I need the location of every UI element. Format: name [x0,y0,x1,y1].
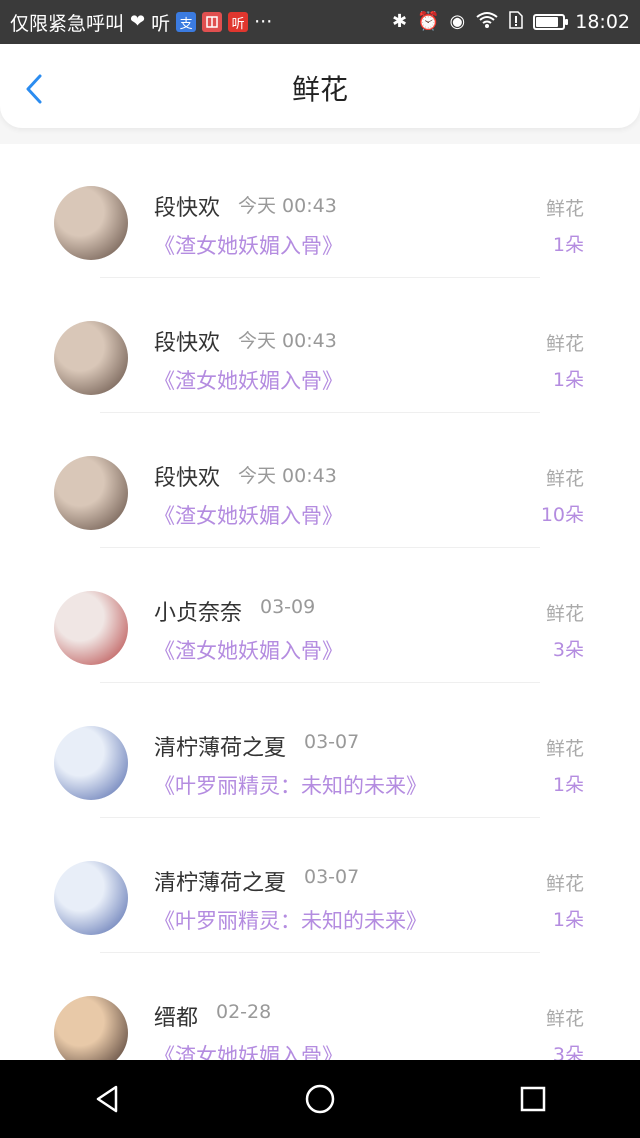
gift-type: 鲜花 [545,198,584,220]
book-title[interactable]: 《叶罗丽精灵：未知的未来》 [154,905,427,935]
gift-count: 3朵 [552,1044,584,1060]
list-item[interactable]: 缙都 02-28 《渣女她妖媚入骨》 鲜花 3朵 [0,954,640,1060]
gift-type: 鲜花 [545,1008,584,1030]
book-title[interactable]: 《渣女她妖媚入骨》 [154,365,343,395]
avatar[interactable] [54,591,128,665]
gift-count: 1朵 [552,369,584,391]
gift-count: 10朵 [540,504,584,526]
timestamp: 03-07 [304,731,360,753]
user-name: 清柠薄荷之夏 [154,871,287,896]
triangle-back-icon [96,1085,117,1113]
nav-home-button[interactable] [290,1069,350,1129]
book-title[interactable]: 《渣女她妖媚入骨》 [154,635,343,665]
circle-home-icon [305,1084,335,1114]
avatar[interactable] [54,861,128,935]
gift-type: 鲜花 [545,333,584,355]
nav-back-button[interactable] [77,1069,137,1129]
book-title[interactable]: 《渣女她妖媚入骨》 [154,1040,343,1060]
gift-type: 鲜花 [545,603,584,625]
clock: 18:02 [575,11,630,33]
list-item[interactable]: 段快欢 今天 00:43 《渣女她妖媚入骨》 鲜花 1朵 [0,279,640,414]
user-name: 段快欢 [154,466,221,491]
page-title: 鲜花 [291,73,348,106]
timestamp: 02-28 [216,1001,272,1023]
divider [100,817,540,818]
sim-alert-icon [509,10,523,34]
eye-icon: ◉ [449,11,466,32]
flower-record-list: 段快欢 今天 00:43 《渣女她妖媚入骨》 鲜花 1朵 段快欢 今天 00:4… [0,144,640,1060]
more-icon: ··· [254,11,273,33]
gift-type: 鲜花 [545,738,584,760]
user-name: 缙都 [154,1006,199,1031]
list-item[interactable]: 清柠薄荷之夏 03-07 《叶罗丽精灵：未知的未来》 鲜花 1朵 [0,819,640,954]
list-item[interactable]: 清柠薄荷之夏 03-07 《叶罗丽精灵：未知的未来》 鲜花 1朵 [0,684,640,819]
timestamp: 今天 00:43 [238,465,337,487]
alarm-icon: ⏰ [417,11,440,32]
carrier-text: 仅限紧急呼叫 [10,12,125,35]
user-name: 段快欢 [154,331,221,356]
gift-count: 1朵 [552,774,584,796]
divider [100,682,540,683]
list-item[interactable]: 段快欢 今天 00:43 《渣女她妖媚入骨》 鲜花 1朵 [0,144,640,279]
status-bar: 仅限紧急呼叫 ❤ 听 支 听 ··· ✱ ⏰ ◉ 18:02 [0,0,640,44]
square-recents-icon [521,1086,546,1112]
book-title[interactable]: 《渣女她妖媚入骨》 [154,500,343,530]
divider [100,952,540,953]
gift-count: 3朵 [552,639,584,661]
divider [100,412,540,413]
avatar[interactable] [54,321,128,395]
bluetooth-icon: ✱ [392,11,408,32]
user-name: 段快欢 [154,196,221,221]
ting-icon: 听 [151,12,171,35]
user-name: 小贞奈奈 [154,601,243,626]
gift-type: 鲜花 [545,468,584,490]
ting-app-icon: 听 [228,12,249,32]
heart-icon: ❤ [130,11,146,32]
avatar[interactable] [54,996,128,1060]
navigation-bar [0,1060,640,1138]
avatar[interactable] [54,456,128,530]
timestamp: 今天 00:43 [238,195,337,217]
book-title[interactable]: 《叶罗丽精灵：未知的未来》 [154,770,427,800]
nav-recents-button[interactable] [503,1069,563,1129]
list-item[interactable]: 小贞奈奈 03-09 《渣女她妖媚入骨》 鲜花 3朵 [0,549,640,684]
book-title[interactable]: 《渣女她妖媚入骨》 [154,230,343,260]
book-icon [202,12,223,32]
divider [100,277,540,278]
timestamp: 今天 00:43 [238,330,337,352]
gift-count: 1朵 [552,909,584,931]
alipay-icon: 支 [176,12,197,32]
header: 鲜花 [0,44,640,128]
wifi-icon [475,11,499,34]
divider [100,547,540,548]
battery-icon [533,14,569,30]
gift-count: 1朵 [552,234,584,256]
user-name: 清柠薄荷之夏 [154,736,287,761]
avatar[interactable] [54,726,128,800]
timestamp: 03-09 [260,596,316,618]
timestamp: 03-07 [304,866,360,888]
gift-type: 鲜花 [545,873,584,895]
list-item[interactable]: 段快欢 今天 00:43 《渣女她妖媚入骨》 鲜花 10朵 [0,414,640,549]
avatar[interactable] [54,186,128,260]
